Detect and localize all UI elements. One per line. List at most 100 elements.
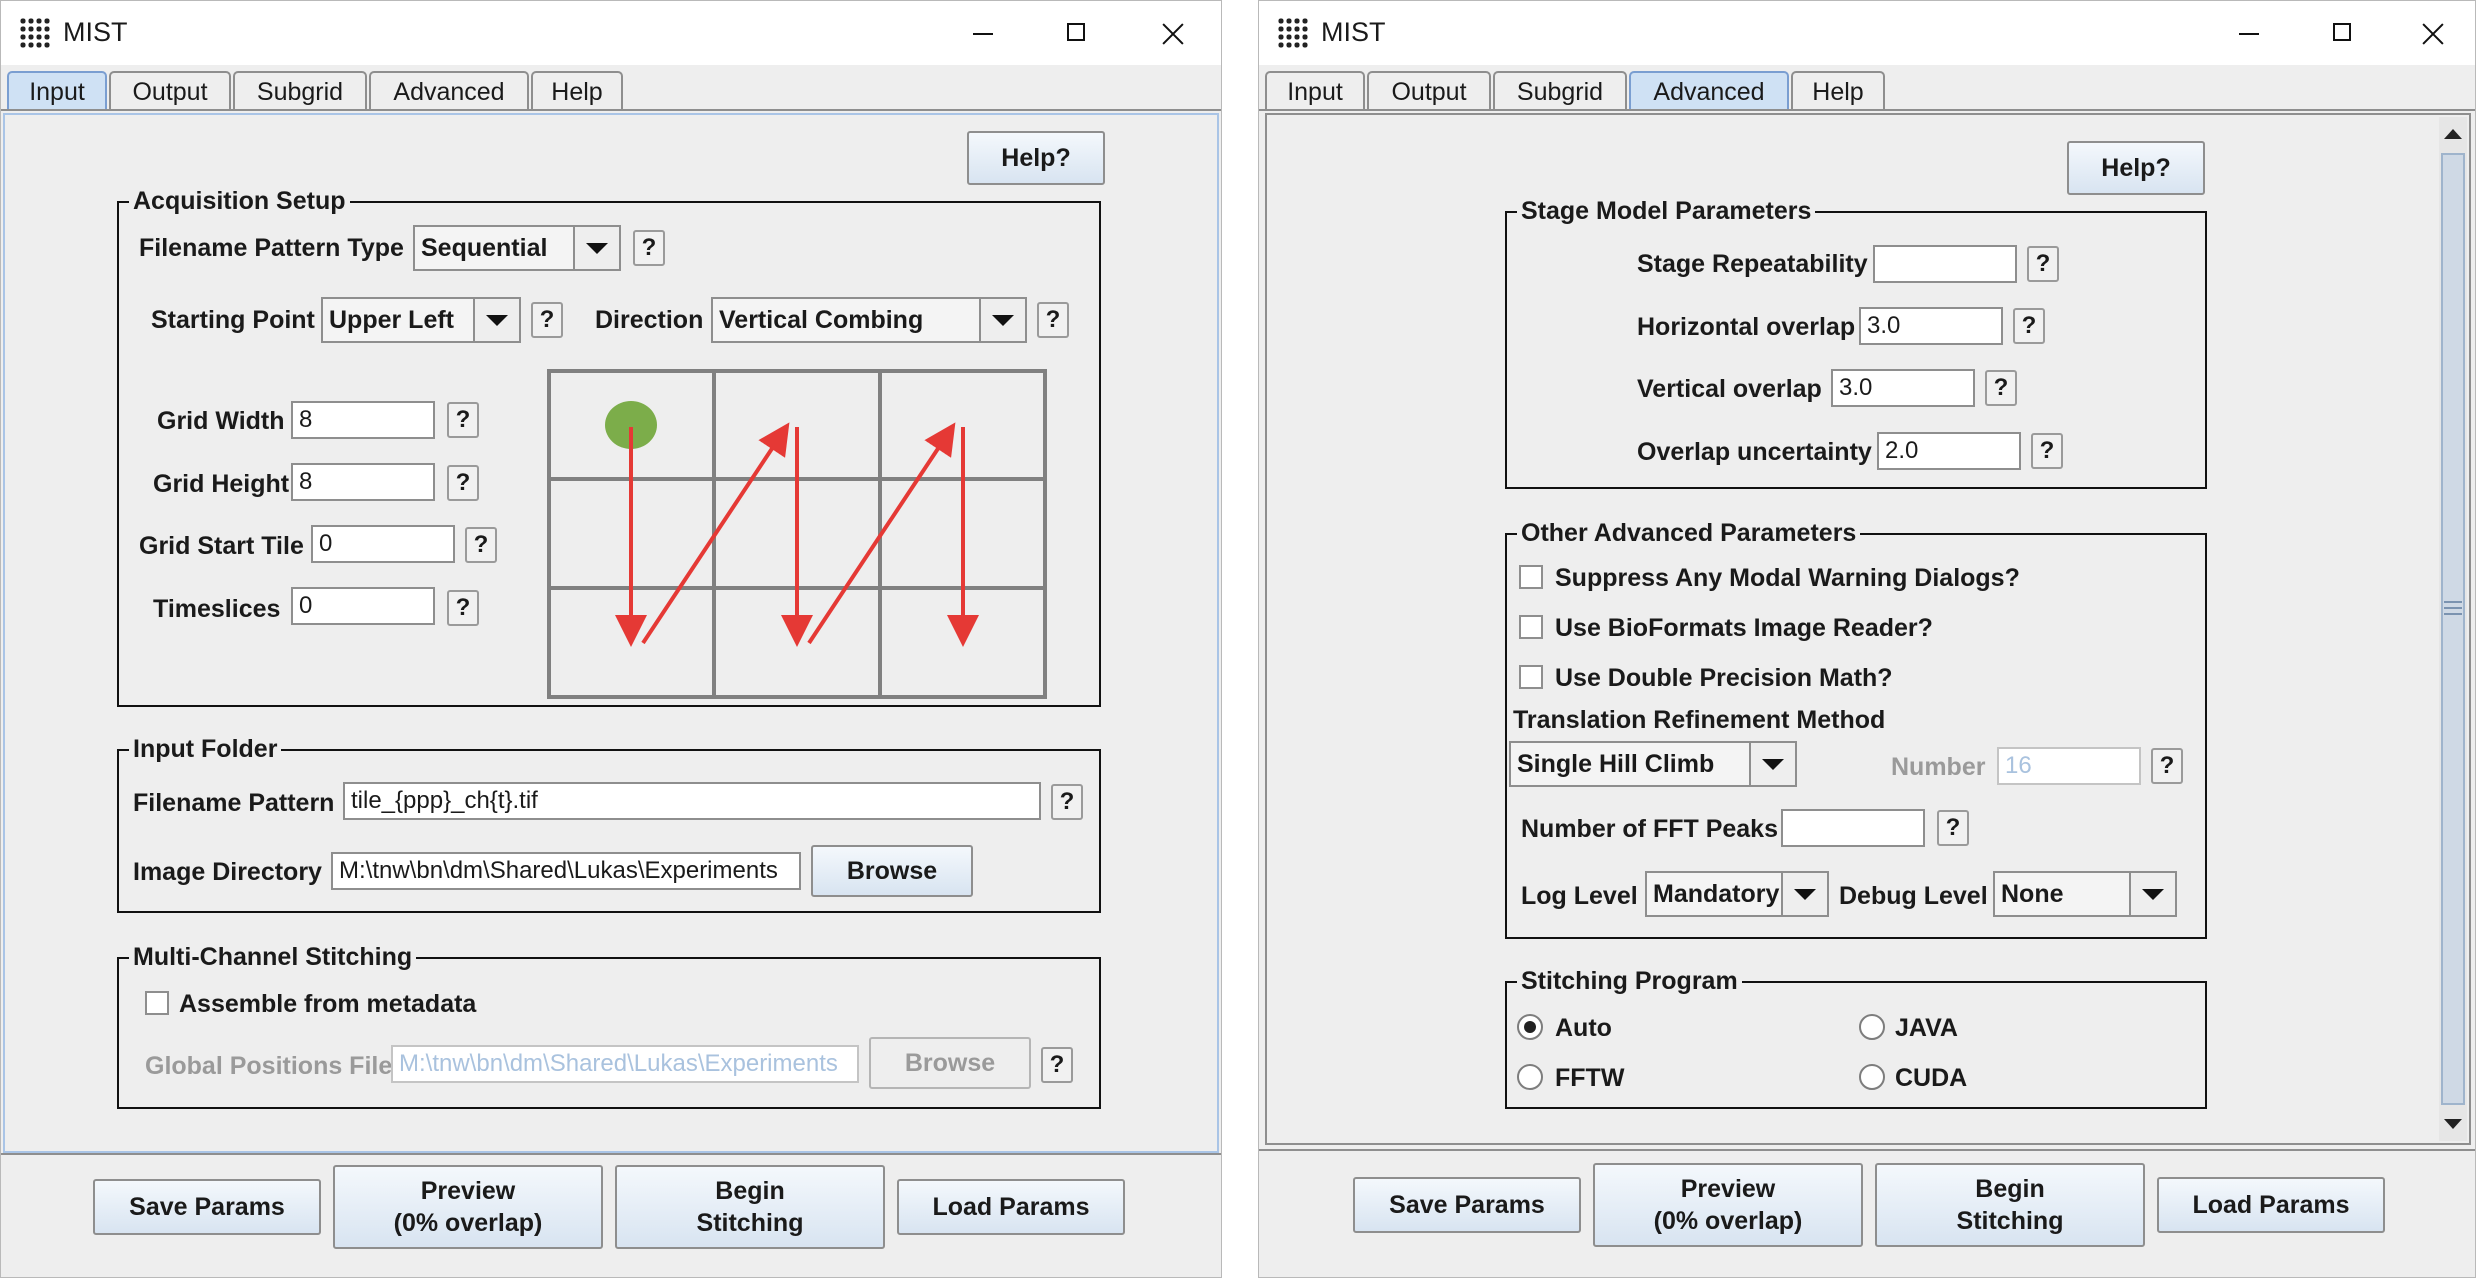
maximize-icon[interactable] [2311,11,2373,55]
help-button[interactable]: Help? [2067,141,2205,195]
grid-width-label: Grid Width [157,407,285,435]
java-radio[interactable] [1859,1014,1885,1040]
help-question-button[interactable]: ? [1041,1047,1073,1083]
filename-pattern-label: Filename Pattern [133,789,335,817]
tab-input[interactable]: Input [1265,71,1365,111]
java-label: JAVA [1895,1014,1958,1042]
app-grid-icon [19,17,51,49]
debug-level-select[interactable]: None [1993,871,2177,917]
help-question-button[interactable]: ? [1051,784,1083,820]
help-question-button[interactable]: ? [633,230,665,266]
chevron-down-icon[interactable] [573,227,619,269]
minimize-icon[interactable] [951,11,1013,55]
app-grid-icon [1277,17,1309,49]
translation-refinement-label: Translation Refinement Method [1513,706,1886,734]
save-params-button[interactable]: Save Params [93,1179,321,1235]
help-question-button[interactable]: ? [2013,308,2045,344]
fftw-radio[interactable] [1517,1064,1543,1090]
preview-line1: Preview [420,1177,516,1205]
help-question-button[interactable]: ? [2027,246,2059,282]
tab-output[interactable]: Output [1367,71,1491,111]
vertical-scrollbar[interactable] [2439,117,2467,1141]
maximize-icon[interactable] [1045,11,1107,55]
browse-button[interactable]: Browse [811,845,973,897]
tab-input[interactable]: Input [7,71,107,111]
begin-stitching-button[interactable]: Begin Stitching [615,1165,885,1249]
begin-line2: Stitching [696,1209,804,1237]
auto-radio[interactable] [1517,1014,1543,1040]
tab-advanced[interactable]: Advanced [369,71,529,111]
begin-line1: Begin [1975,1175,2045,1203]
chevron-down-icon[interactable] [473,299,519,341]
tab-subgrid[interactable]: Subgrid [233,71,367,111]
scroll-grip-icon [2444,607,2462,609]
help-button[interactable]: Help? [967,131,1105,185]
grid-width-field[interactable]: 8 [291,401,435,439]
direction-select[interactable]: Vertical Combing [711,297,1027,343]
scroll-down-arrow-icon[interactable] [2444,1119,2462,1129]
close-icon[interactable] [1141,11,1203,55]
suppress-warnings-checkbox[interactable] [1519,565,1543,589]
help-question-button[interactable]: ? [1985,370,2017,406]
browse-button[interactable]: Browse [869,1037,1031,1089]
assemble-from-metadata-checkbox[interactable] [145,991,169,1015]
grid-start-tile-field[interactable]: 0 [311,525,455,563]
tab-advanced[interactable]: Advanced [1629,71,1789,111]
chevron-down-icon[interactable] [1749,743,1795,785]
chevron-down-icon[interactable] [1781,873,1827,915]
title-bar: MIST [1,1,1221,65]
starting-point-select[interactable]: Upper Left [321,297,521,343]
number-field[interactable]: 16 [1997,747,2141,785]
bioformats-label: Use BioFormats Image Reader? [1555,614,1933,642]
tab-help[interactable]: Help [531,71,623,111]
vertical-overlap-field[interactable]: 3.0 [1831,369,1975,407]
overlap-uncertainty-field[interactable]: 2.0 [1877,432,2021,470]
help-question-button[interactable]: ? [2151,748,2183,784]
scrollbar-thumb[interactable] [2441,153,2465,1105]
timeslices-field[interactable]: 0 [291,587,435,625]
tab-subgrid[interactable]: Subgrid [1493,71,1627,111]
filename-pattern-type-select[interactable]: Sequential [413,225,621,271]
refinement-method-select[interactable]: Single Hill Climb [1509,741,1797,787]
begin-stitching-button[interactable]: Begin Stitching [1875,1163,2145,1247]
close-icon[interactable] [2401,11,2463,55]
save-params-button[interactable]: Save Params [1353,1177,1581,1233]
debug-level-value: None [2001,880,2064,908]
help-question-button[interactable]: ? [2031,433,2063,469]
cuda-label: CUDA [1895,1064,1968,1092]
help-question-button[interactable]: ? [447,402,479,438]
bioformats-checkbox[interactable] [1519,615,1543,639]
load-params-button[interactable]: Load Params [2157,1177,2385,1233]
double-precision-checkbox[interactable] [1519,665,1543,689]
scroll-up-arrow-icon[interactable] [2444,129,2462,139]
window-title: MIST [1321,17,1386,47]
horizontal-overlap-label: Horizontal overlap [1637,313,1856,341]
help-question-button[interactable]: ? [531,302,563,338]
filename-pattern-field[interactable]: tile_{ppp}_ch{t}.tif [343,782,1041,820]
help-question-button[interactable]: ? [447,465,479,501]
image-directory-field[interactable]: M:\tnw\bn\dm\Shared\Lukas\Experiments [331,852,801,890]
chevron-down-icon[interactable] [979,299,1025,341]
chevron-down-icon[interactable] [2129,873,2175,915]
help-question-button[interactable]: ? [1937,810,1969,846]
log-level-select[interactable]: Mandatory [1645,871,1829,917]
global-positions-label: Global Positions File [145,1052,393,1080]
help-question-button[interactable]: ? [465,527,497,563]
fft-peaks-field[interactable] [1781,809,1925,847]
preview-button[interactable]: Preview (0% overlap) [1593,1163,1863,1247]
cuda-radio[interactable] [1859,1064,1885,1090]
tab-output[interactable]: Output [109,71,231,111]
tab-divider [1,109,1221,111]
help-question-button[interactable]: ? [1037,302,1069,338]
tab-help[interactable]: Help [1791,71,1885,111]
stage-repeatability-field[interactable] [1873,245,2017,283]
load-params-button[interactable]: Load Params [897,1179,1125,1235]
grid-height-field[interactable]: 8 [291,463,435,501]
minimize-icon[interactable] [2217,11,2279,55]
horizontal-overlap-field[interactable]: 3.0 [1859,307,2003,345]
overlap-uncertainty-label: Overlap uncertainty [1637,438,1872,466]
preview-button[interactable]: Preview (0% overlap) [333,1165,603,1249]
stage-repeatability-label: Stage Repeatability [1637,250,1868,278]
help-question-button[interactable]: ? [447,590,479,626]
global-positions-field[interactable]: M:\tnw\bn\dm\Shared\Lukas\Experiments [391,1045,859,1083]
